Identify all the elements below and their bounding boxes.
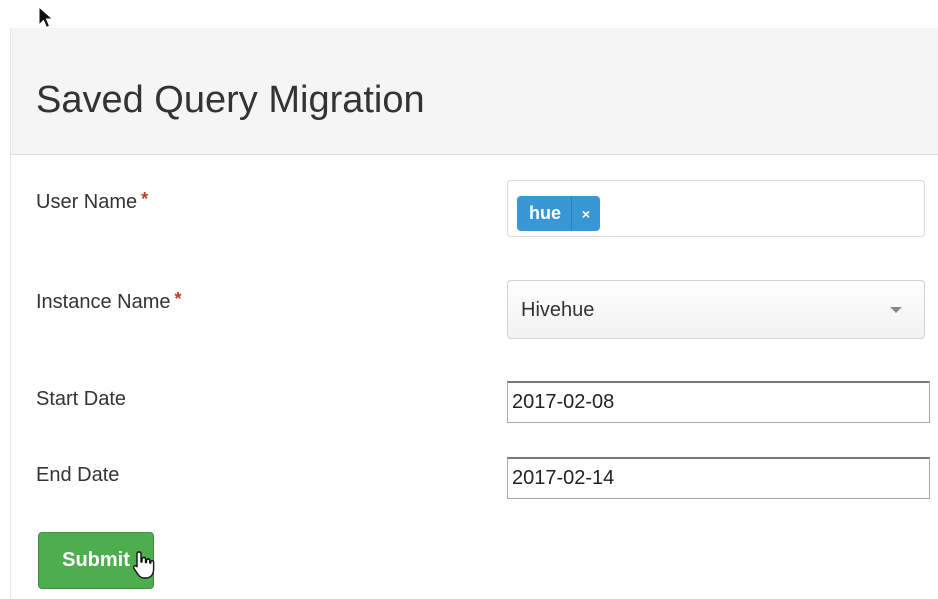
user-name-label-text: User Name — [36, 191, 138, 213]
screen: Saved Query Migration User Name * hue × I… — [0, 0, 938, 599]
instance-name-label: Instance Name * — [36, 289, 182, 314]
user-tag-label: hue — [529, 203, 562, 223]
close-icon[interactable]: × — [571, 196, 600, 231]
user-name-label: User Name * — [36, 189, 149, 214]
user-tag-chip: hue × — [517, 196, 601, 231]
migration-panel: Saved Query Migration User Name * hue × I… — [10, 28, 938, 599]
user-name-required-mark: * — [141, 189, 149, 209]
instance-name-select[interactable]: Hivehue — [507, 280, 925, 339]
instance-name-label-text: Instance Name — [36, 291, 171, 313]
page-title: Saved Query Migration — [36, 79, 425, 121]
user-name-tag-input[interactable]: hue × — [507, 180, 925, 237]
start-date-input[interactable] — [507, 381, 930, 423]
instance-name-selected-value: Hivehue — [521, 299, 595, 321]
caret-down-icon — [890, 307, 902, 313]
end-date-label: End Date — [36, 464, 120, 486]
start-date-label: Start Date — [36, 388, 127, 410]
end-date-input[interactable] — [507, 457, 930, 499]
instance-name-required-mark: * — [174, 289, 182, 309]
panel-header: Saved Query Migration — [11, 28, 938, 155]
hand-cursor-icon — [132, 551, 155, 579]
